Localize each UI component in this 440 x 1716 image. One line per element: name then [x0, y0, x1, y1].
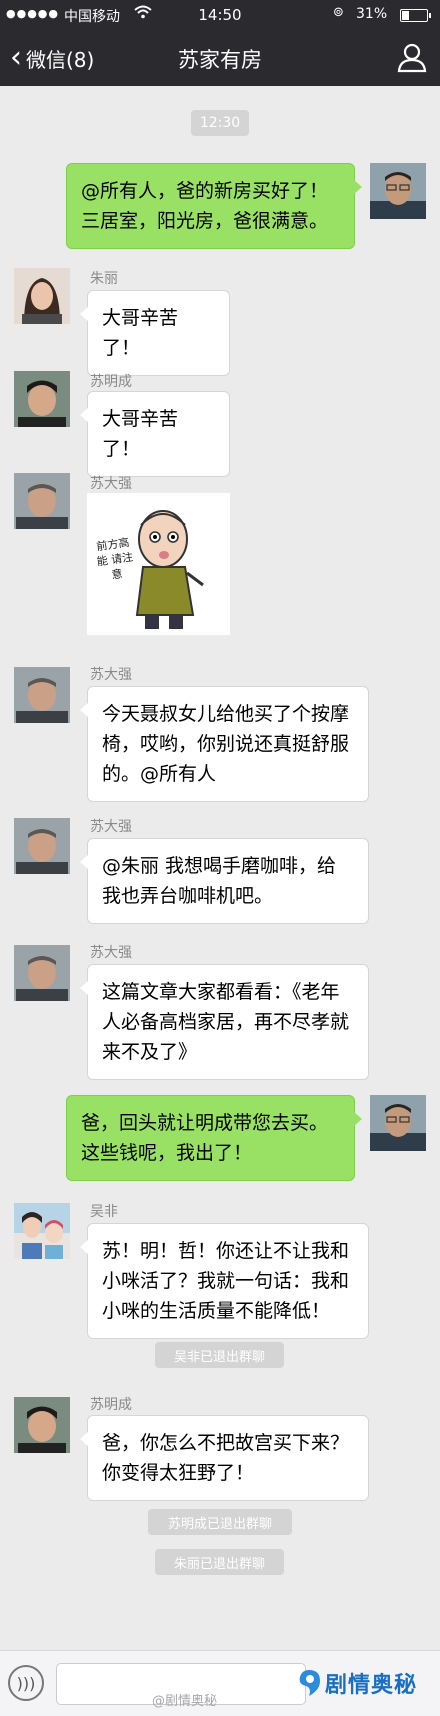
message-line: 的。@所有人	[102, 763, 217, 785]
battery-percent: 31%	[356, 6, 388, 22]
message-bubble-incoming[interactable]: @朱丽 我想喝手磨咖啡，给 我也弄台咖啡机吧。	[80, 838, 369, 924]
message-line: @所有人，爸的新房买好了！	[81, 180, 329, 202]
sender-name: 吴非	[90, 1204, 118, 1220]
avatar-wufei[interactable]	[14, 1203, 70, 1259]
brand-label: 剧情奥秘	[325, 1673, 418, 1698]
message-line: 爸，你怎么不把故宫买下来？	[102, 1432, 350, 1454]
person-icon	[397, 43, 427, 73]
message-bubble-outgoing[interactable]: 爸，回头就让明成带您去买。 这些钱呢，我出了！	[66, 1095, 362, 1181]
watermark-text: @剧情奥秘	[152, 1694, 218, 1709]
system-notice: 朱丽已退出群聊	[155, 1549, 284, 1575]
sender-name: 苏明成	[90, 374, 132, 390]
message-line: 今天聂叔女儿给他买了个按摩	[102, 703, 350, 725]
message-line: 我也弄台咖啡机吧。	[102, 885, 274, 907]
message-line: @朱丽 我想喝手磨咖啡，给	[102, 855, 337, 877]
message-line: 这篇文章大家都看看：《老年	[102, 981, 340, 1003]
message-bubble-incoming[interactable]: 大哥辛苦了！	[80, 391, 230, 477]
message-line: 爸，回头就让明成带您去买。	[81, 1112, 329, 1134]
sender-name: 苏大强	[90, 667, 132, 683]
message-line: 小咪活了？我就一句话：我和	[102, 1270, 350, 1292]
avatar-sumingcheng[interactable]	[14, 1397, 70, 1453]
message-bubble-outgoing[interactable]: @所有人，爸的新房买好了！ 三居室，阳光房，爸很满意。	[66, 163, 362, 249]
message-line: 你变得太狂野了！	[102, 1462, 255, 1484]
message-bubble-incoming[interactable]: 苏！明！哲！你还让不让我和 小咪活了？我就一句话：我和 小咪的生活质量不能降低！	[80, 1223, 369, 1339]
system-notice: 苏明成已退出群聊	[148, 1509, 292, 1535]
avatar-sudaqiang[interactable]	[14, 473, 70, 529]
message-bubble-incoming[interactable]: 爸，你怎么不把故宫买下来？ 你变得太狂野了！	[80, 1415, 369, 1501]
message-bubble-incoming[interactable]: 大哥辛苦了！	[80, 290, 230, 376]
rotation-lock-icon: ⊚	[333, 5, 344, 20]
nav-bar: ‹ 微信(8) 苏家有房	[0, 30, 440, 86]
sender-name: 苏大强	[90, 819, 132, 835]
avatar-sudaqiang[interactable]	[14, 667, 70, 723]
message-line: 椅，哎哟，你别说还真挺舒服	[102, 733, 350, 755]
voice-input-button[interactable]: )))	[8, 1665, 44, 1701]
message-bubble-incoming[interactable]: 今天聂叔女儿给他买了个按摩 椅，哎哟，你别说还真挺舒服 的。@所有人	[80, 686, 369, 802]
message-line: 来不及了》	[102, 1041, 198, 1063]
sticker-image[interactable]: 前方高能 请注意	[87, 493, 230, 635]
brand-logo-icon	[299, 1670, 320, 1696]
message-line: 大哥辛苦了！	[102, 307, 179, 359]
battery-icon	[400, 9, 431, 22]
group-info-button[interactable]	[396, 42, 428, 74]
brand-watermark: 剧情奥秘	[296, 1666, 417, 1700]
voice-icon: )))	[16, 1673, 36, 1693]
message-bubble-incoming[interactable]: 这篇文章大家都看看：《老年 人必备高档家居，再不尽孝就 来不及了》	[80, 964, 369, 1080]
avatar-sudaqiang[interactable]	[14, 945, 70, 1001]
status-bar: ●●●●● 中国移动 14:50 ⊚ 31%	[0, 0, 440, 30]
message-line: 人必备高档家居，再不尽孝就	[102, 1011, 350, 1033]
message-line: 这些钱呢，我出了！	[81, 1142, 253, 1164]
avatar-self[interactable]	[370, 1095, 426, 1151]
sticker-caption: 前方高能 请注意	[95, 535, 134, 582]
message-line: 大哥辛苦了！	[102, 408, 179, 460]
sender-name: 苏大强	[90, 476, 132, 492]
sender-name: 苏大强	[90, 945, 132, 961]
avatar-sumingcheng[interactable]	[14, 371, 70, 427]
message-line: 三居室，阳光房，爸很满意。	[81, 210, 329, 232]
sender-name: 朱丽	[90, 271, 118, 287]
message-line: 小咪的生活质量不能降低！	[102, 1300, 331, 1322]
avatar-self[interactable]	[370, 163, 426, 219]
sender-name: 苏明成	[90, 1397, 132, 1413]
avatar-zhuli[interactable]	[14, 268, 70, 324]
avatar-sudaqiang[interactable]	[14, 818, 70, 874]
chat-title: 苏家有房	[178, 48, 262, 72]
system-notice: 吴非已退出群聊	[155, 1342, 284, 1368]
message-line: 苏！明！哲！你还让不让我和	[102, 1240, 350, 1262]
chat-timestamp: 12:30	[191, 110, 249, 136]
